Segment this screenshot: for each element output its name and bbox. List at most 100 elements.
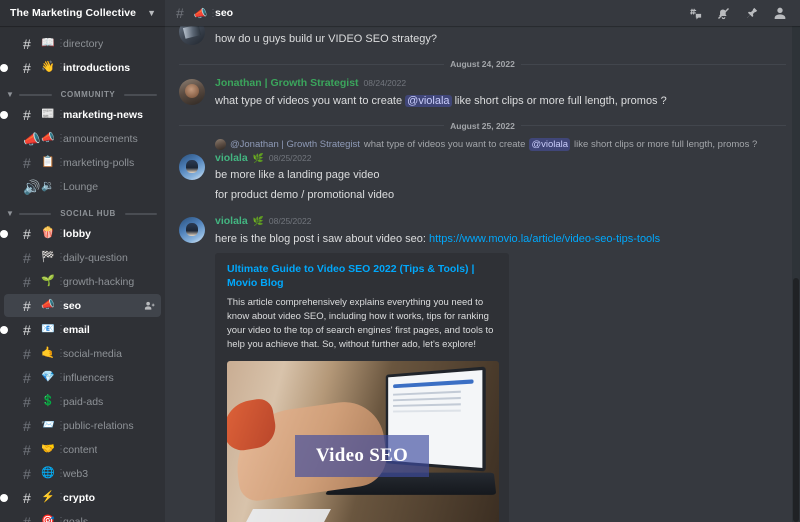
hash-icon: # [23,489,31,506]
unread-pill [0,325,8,334]
sidebar-channel-announcements[interactable]: 📣 📣 ⋮ announcements [4,127,161,150]
create-thread-icon[interactable] [688,6,703,21]
message-scrollbar[interactable] [792,26,800,522]
message-text-line1: be more like a landing page video [215,169,380,182]
sidebar-channel-growth-hacking[interactable]: # 🌱 ⋮ growth-hacking [4,270,161,293]
drag-handle-icon: ⋮ [56,156,66,168]
sidebar-channel-lobby[interactable]: # 🍿 ⋮ lobby [0,222,161,245]
message-list[interactable]: how do u guys build ur VIDEO SEO strateg… [165,26,800,522]
reply-preview[interactable]: @Jonathan | Growth Strategist what type … [215,137,800,151]
sidebar-channel-label: growth-hacking [63,275,135,288]
sidebar-channel-label: announcements [63,132,138,145]
sidebar-channel-web3[interactable]: # 🌐 ⋮ web3 [4,462,161,485]
channel-emoji-icon: 📣 [41,299,55,311]
sidebar-channel-content[interactable]: # 🤝 ⋮ content [4,438,161,461]
hash-icon: # [23,441,31,458]
category-divider-left [19,93,52,96]
message-author[interactable]: violala [215,216,248,228]
message-body: violala 🌿 08/25/2022 be more like a land… [215,152,786,205]
message-violala-2: violala 🌿 08/25/2022 here is the blog po… [165,214,800,522]
message-author[interactable]: violala [215,152,248,165]
sidebar-channel-label: lobby [63,227,91,240]
reply-preview-wrap: @Jonathan | Growth Strategist what type … [165,137,800,151]
server-name: The Marketing Collective [10,7,137,19]
announcement-channel-icon: 📣 [23,130,41,147]
separator-icon: ⋮ [208,7,218,19]
mention-violala[interactable]: @violala [405,94,452,107]
hash-icon: # [23,465,31,482]
voice-channel-icon: 🔊 [23,178,41,195]
sidebar-channel-label: Lounge [63,180,99,193]
drag-handle-icon: ⋮ [56,491,66,503]
category-divider-right [124,93,158,96]
member-list-icon[interactable] [772,5,788,21]
embed-title[interactable]: Ultimate Guide to Video SEO 2022 (Tips &… [227,262,498,290]
add-member-icon[interactable] [144,300,155,311]
message-header: Jonathan | Growth Strategist 08/24/2022 [215,77,786,90]
reply-mention: @violala [529,137,571,151]
chevron-down-icon[interactable]: ▼ [6,209,15,218]
paper-shape [237,508,331,522]
channel-list[interactable]: # 📖 ⋮ directory # 👋 ⋮ introductions ▼ CO… [0,26,165,522]
channel-emoji-icon: 🍿 [41,227,55,239]
divider-line-left [179,63,445,65]
sidebar-channel-daily-question[interactable]: # 🏁 ⋮ daily-question [4,246,161,269]
hash-icon: # [23,393,31,410]
channel-emoji-icon: 👋 [41,61,55,73]
sidebar-channel-label: marketing-news [63,108,143,121]
avatar[interactable] [179,153,205,180]
sidebar-channel-social-media[interactable]: # 🤙 ⋮ social-media [4,342,161,365]
link-embed-card[interactable]: Ultimate Guide to Video SEO 2022 (Tips &… [215,252,509,522]
message-author[interactable]: Jonathan | Growth Strategist [215,77,359,90]
notifications-muted-icon[interactable] [716,6,731,21]
channel-emoji-icon: 🏁 [41,251,55,263]
hash-icon: # [23,249,31,266]
sidebar-channel-directory[interactable]: # 📖 ⋮ directory [4,32,161,55]
sidebar-channel-email[interactable]: # 📧 ⋮ email [0,318,161,341]
divider-line-right [520,63,787,65]
pinned-messages-icon[interactable] [744,6,759,21]
hash-icon: # [23,345,31,362]
sidebar-channel-marketing-polls[interactable]: # 📋 ⋮ marketing-polls [4,151,161,174]
server-header[interactable]: The Marketing Collective ▼ [0,0,165,26]
category-label: SOCIAL HUB [60,209,116,218]
avatar[interactable] [179,79,205,105]
sidebar-channel-label: public-relations [63,419,134,432]
sidebar-channel-goals[interactable]: # 🎯 ⋮ goals [4,510,161,522]
drag-handle-icon: ⋮ [56,299,66,311]
drag-handle-icon: ⋮ [56,37,66,49]
sidebar-channel-influencers[interactable]: # 💎 ⋮ influencers [4,366,161,389]
embed-image-caption-box: Video SEO [295,434,429,477]
sidebar-channel-crypto[interactable]: # ⚡ ⋮ crypto [0,486,161,509]
sidebar-channel-introductions[interactable]: # 👋 ⋮ introductions [0,56,161,79]
channel-emoji-icon: 📰 [41,108,55,120]
sidebar-channel-marketing-news[interactable]: # 📰 ⋮ marketing-news [0,103,161,126]
sidebar-channel-seo[interactable]: # 📣 ⋮ seo [4,294,161,317]
author-badge-icon: 🌿 [252,152,264,163]
chevron-down-icon[interactable]: ▼ [147,8,156,18]
drag-handle-icon: ⋮ [56,395,66,407]
channel-emoji-icon: 📣 [41,132,55,144]
drag-handle-icon: ⋮ [56,443,66,455]
category-community[interactable]: ▼ COMMUNITY [0,80,165,103]
scrollbar-thumb[interactable] [793,278,799,522]
reply-author[interactable]: @Jonathan | Growth Strategist [230,138,360,151]
category-social-hub[interactable]: ▼ SOCIAL HUB [0,199,165,222]
sidebar-channel-label: daily-question [63,251,128,264]
message-body: how do u guys build ur VIDEO SEO strateg… [215,26,786,48]
avatar[interactable] [179,26,205,45]
sidebar-channel-public-relations[interactable]: # 📨 ⋮ public-relations [4,414,161,437]
divider-line-left [179,125,445,127]
avatar[interactable] [179,217,205,244]
hash-icon: # [176,5,184,21]
unread-pill [0,229,8,238]
message-text: here is the blog post i saw about video … [215,230,786,248]
embed-image[interactable]: Video SEO [227,360,499,522]
category-divider-left [19,212,52,215]
sidebar-channel-label: web3 [63,467,89,480]
sidebar-channel-paid-ads[interactable]: # 💲 ⋮ paid-ads [4,390,161,413]
chevron-down-icon[interactable]: ▼ [6,90,15,99]
sidebar-channel-lounge[interactable]: 🔊 🔉 ⋮ Lounge [4,175,161,198]
message-link[interactable]: https://www.movio.la/article/video-seo-t… [429,233,660,245]
drag-handle-icon: ⋮ [56,467,66,479]
